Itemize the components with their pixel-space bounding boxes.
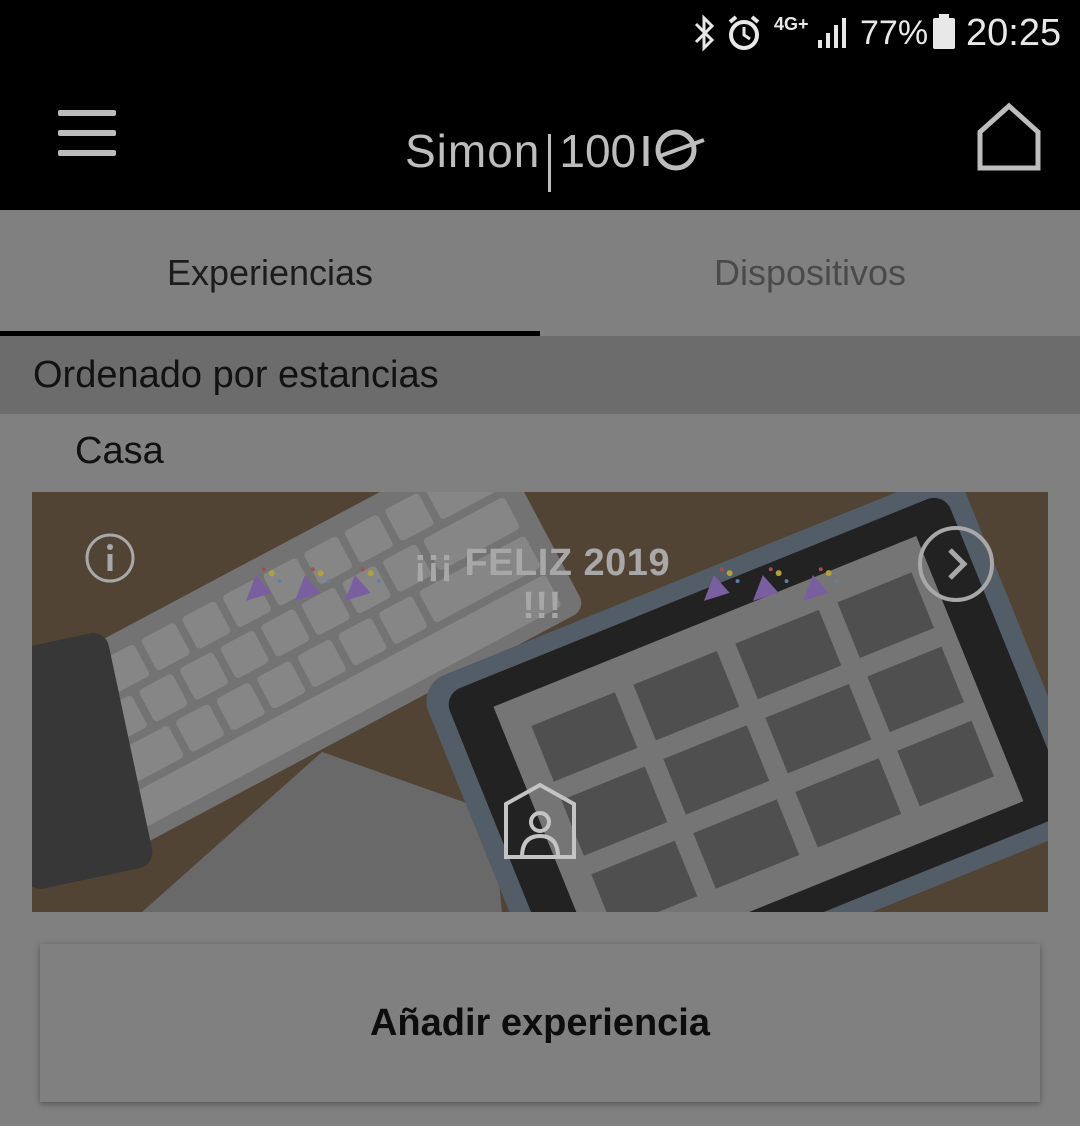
logo-simon: Simon xyxy=(405,125,541,177)
party-popper-icon xyxy=(295,567,332,601)
app-logo: Simon 100 xyxy=(405,108,710,192)
menu-button[interactable] xyxy=(58,110,118,162)
party-popper-icon xyxy=(703,567,740,601)
signal-icon xyxy=(818,18,846,48)
home-user-icon xyxy=(504,782,576,859)
menu-icon-line xyxy=(58,110,116,116)
status-bar: 4G+ 77% 20:25 xyxy=(0,0,1080,70)
tab-bar: Experiencias Dispositivos xyxy=(0,210,1080,336)
tab-experiencias[interactable]: Experiencias xyxy=(0,210,540,336)
experience-card[interactable]: ¡¡¡ FELIZ 2019 !!! xyxy=(32,492,1048,912)
party-popper-icon xyxy=(245,567,282,601)
party-popper-icon xyxy=(344,567,381,601)
party-popper-icon xyxy=(802,567,839,601)
tab-dispositivos[interactable]: Dispositivos xyxy=(540,210,1080,336)
experience-title: ¡¡¡ FELIZ 2019 !!! xyxy=(242,542,842,628)
add-experience-button[interactable]: Añadir experiencia xyxy=(40,944,1040,1102)
logo-divider xyxy=(548,134,552,192)
clock: 20:25 xyxy=(966,12,1062,54)
menu-icon-line xyxy=(58,150,116,156)
bluetooth-icon xyxy=(694,14,715,52)
logo-io-mark xyxy=(643,129,705,171)
battery-icon xyxy=(933,14,955,49)
experience-title-text: ¡¡¡ FELIZ 2019 !!! xyxy=(413,542,671,627)
chevron-right-icon[interactable] xyxy=(916,524,996,604)
battery-level: 77% xyxy=(860,14,929,52)
room-label: Casa xyxy=(75,430,164,472)
info-icon[interactable] xyxy=(84,532,136,584)
app-bar: Simon 100 xyxy=(0,70,1080,210)
home-icon[interactable] xyxy=(976,102,1042,174)
network-type: 4G+ xyxy=(774,14,809,34)
party-popper-icon xyxy=(752,567,789,601)
sort-header: Ordenado por estancias xyxy=(0,336,1080,414)
logo-model: 100 xyxy=(559,125,637,177)
alarm-icon xyxy=(728,15,760,50)
menu-icon-line xyxy=(58,130,116,136)
